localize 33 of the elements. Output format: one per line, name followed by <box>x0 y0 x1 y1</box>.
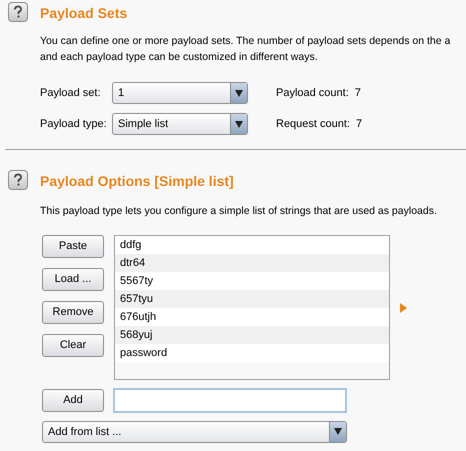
payload-list[interactable]: ddfg dtr64 5567ty 657tyu 676utjh 568yuj password <box>114 234 390 380</box>
count-value: 7 <box>356 116 362 132</box>
field-label: Payload type: <box>40 116 108 132</box>
list-item[interactable]: dtr64 <box>115 254 389 272</box>
count-label: Payload count: <box>276 86 349 101</box>
payload-dropdown[interactable]: Simple list <box>112 113 248 135</box>
section-title: Payload Options [Simple list] <box>40 172 235 191</box>
dropdown-arrow-icon <box>334 428 342 436</box>
count-value: 7 <box>354 86 361 101</box>
description-text: You can define one or more payload sets. The number of payload sets depends on the a <box>40 34 450 49</box>
add-input-field[interactable] <box>113 388 347 413</box>
dropdown-arrow-icon <box>235 120 243 128</box>
help-icon[interactable] <box>8 170 28 190</box>
description-text: and each payload type can be customized in different ways. <box>40 50 319 65</box>
payload-dropdown[interactable]: 1 <box>112 82 248 104</box>
list-item[interactable]: 657tyu <box>115 290 389 308</box>
action-button[interactable]: Remove <box>42 300 104 324</box>
add-from-list-dropdown[interactable]: Add from list ... <box>42 420 347 443</box>
action-button[interactable]: Load ... <box>42 268 104 291</box>
list-item[interactable]: ddfg <box>115 236 389 254</box>
count-label: Request count: <box>276 116 350 132</box>
list-item[interactable]: 5567ty <box>115 272 389 290</box>
list-item[interactable]: password <box>115 344 389 362</box>
action-button[interactable]: Paste <box>42 234 104 258</box>
section-title: Payload Sets <box>40 4 128 23</box>
action-button[interactable]: Clear <box>42 334 104 357</box>
description-text: This payload type lets you configure a simple list of strings that are used as payloads. <box>40 204 437 219</box>
field-label: Payload set: <box>40 86 102 101</box>
dropdown-arrow-icon <box>235 90 243 96</box>
list-item[interactable]: 676utjh <box>115 308 389 326</box>
list-item[interactable]: 568yuj <box>115 326 389 344</box>
help-icon[interactable] <box>8 2 28 22</box>
action-button[interactable]: Add <box>42 388 104 412</box>
